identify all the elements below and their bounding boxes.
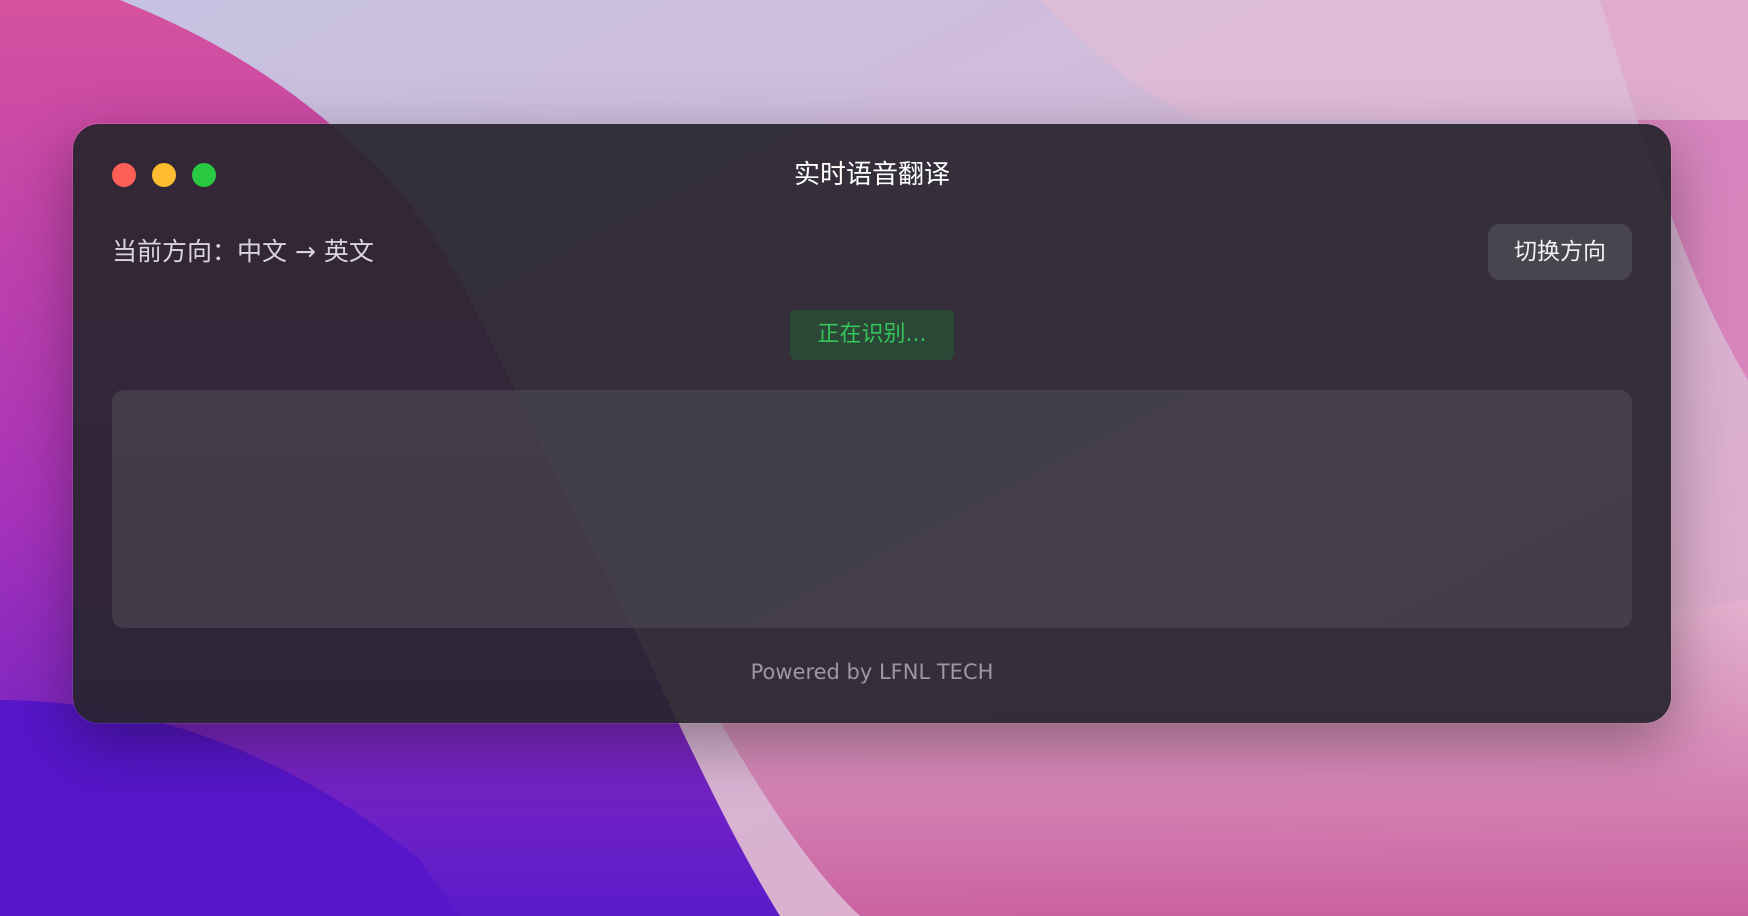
current-direction-label: 当前方向：中文 → 英文 xyxy=(112,237,374,266)
app-window: 实时语音翻译 当前方向：中文 → 英文 切换方向 正在识别... Powered… xyxy=(73,124,1671,723)
translation-result-area xyxy=(112,390,1632,628)
switch-direction-button[interactable]: 切换方向 xyxy=(1488,224,1632,280)
status-badge: 正在识别... xyxy=(790,310,954,360)
desktop: 实时语音翻译 当前方向：中文 → 英文 切换方向 正在识别... Powered… xyxy=(0,0,1748,916)
window-title: 实时语音翻译 xyxy=(793,160,950,190)
footer-credit: Powered by LFNL TECH xyxy=(750,660,994,684)
